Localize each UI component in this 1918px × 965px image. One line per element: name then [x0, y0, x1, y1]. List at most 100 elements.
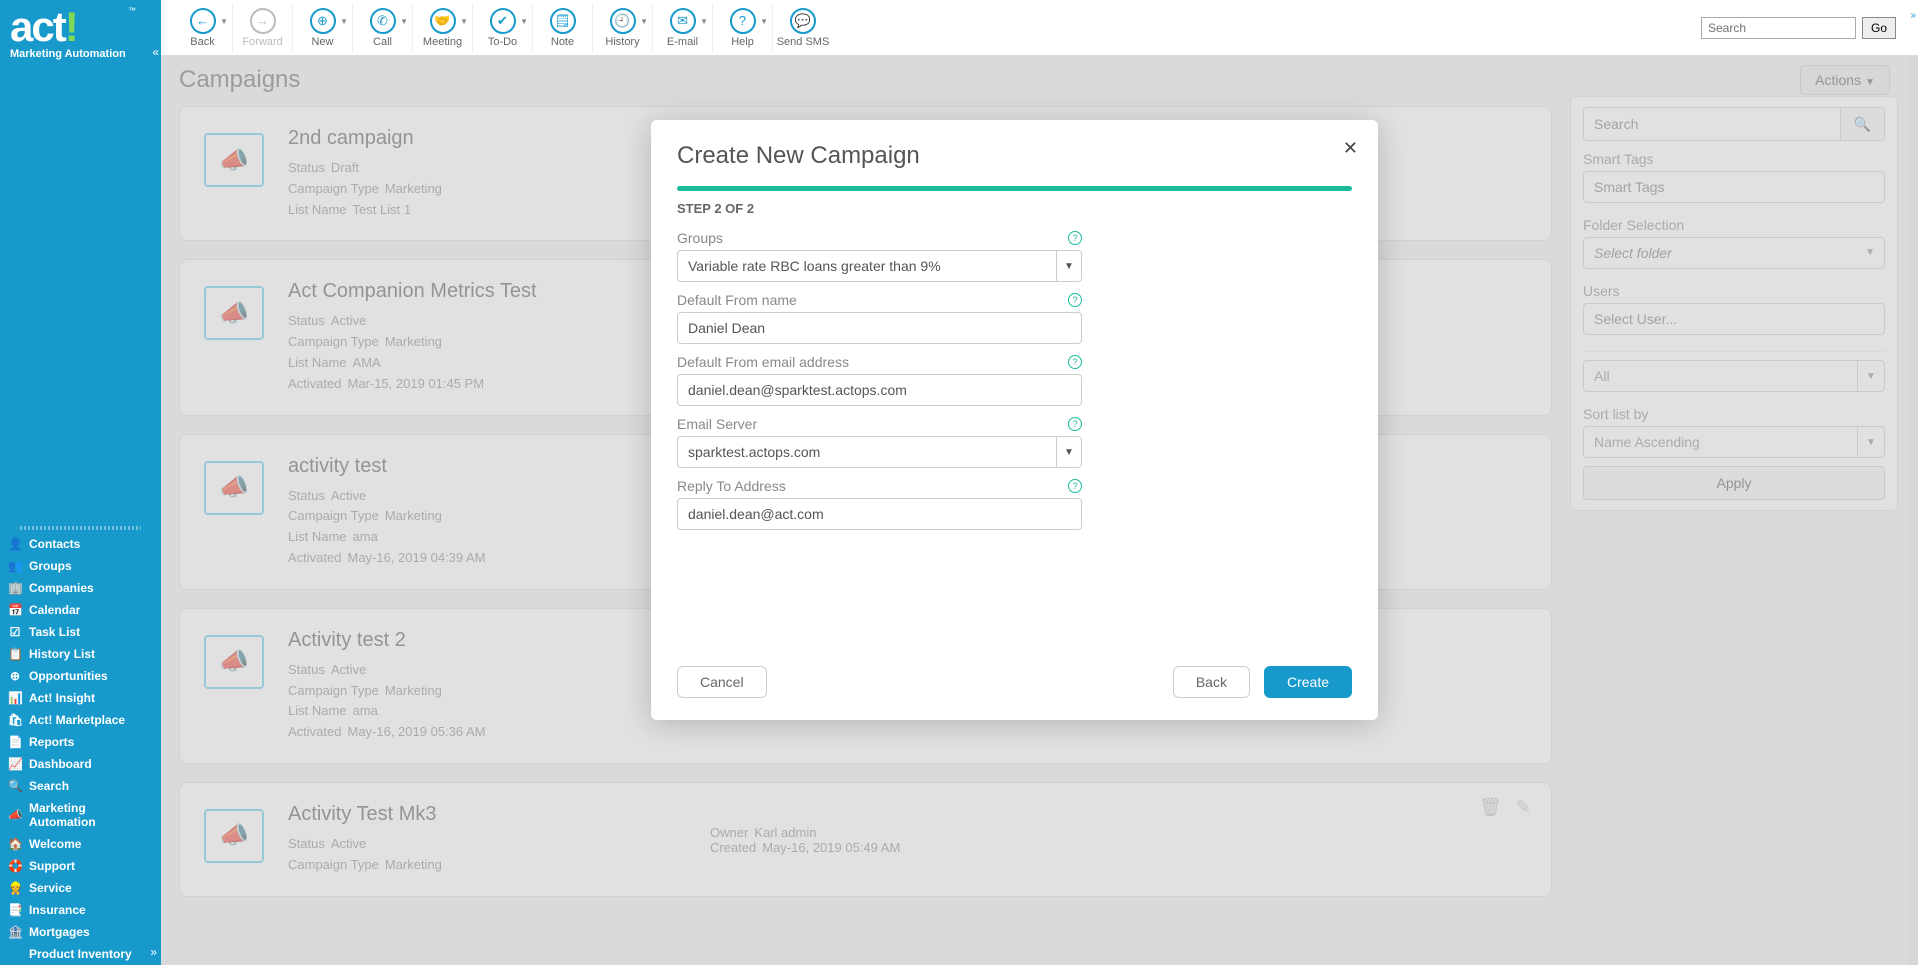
- sidebar-item-companies[interactable]: 🏢Companies: [0, 577, 161, 599]
- help-icon[interactable]: ?: [1068, 231, 1082, 245]
- help-icon[interactable]: ?: [1068, 417, 1082, 431]
- sidebar-item-groups[interactable]: 👥 Groups: [0, 555, 161, 577]
- sidebar-item-opportunities[interactable]: ⊕Opportunities: [0, 665, 161, 687]
- nav-list: 👤Contacts 👥 Groups 🏢Companies 📅 Calendar ☑Task…: [0, 533, 161, 965]
- nav-icon: 🏢: [8, 581, 22, 595]
- sidebar-item-insurance[interactable]: 📑 Insurance: [0, 899, 161, 921]
- sidebar-item-dashboard[interactable]: 📈Dashboard: [0, 753, 161, 775]
- sidebar-item-act-insight[interactable]: 📊Act! Insight: [0, 687, 161, 709]
- help-icon[interactable]: ?: [1068, 293, 1082, 307]
- toolbar-note-button[interactable]: 🗒 Note: [533, 3, 593, 53]
- toolbar-send-sms-button[interactable]: 💬Send SMS: [773, 3, 833, 53]
- nav-icon: 📅: [8, 603, 22, 617]
- modal-step-label: STEP 2 OF 2: [677, 201, 1352, 216]
- toolbar-meeting-button[interactable]: 🤝Meeting▼: [413, 3, 473, 53]
- nav-icon: 📑: [8, 903, 22, 917]
- nav-label: Product Inventory: [29, 947, 132, 961]
- chevron-down-icon: ▼: [460, 17, 468, 26]
- modal-close-icon[interactable]: ✕: [1343, 138, 1358, 159]
- modal-cancel-button[interactable]: Cancel: [677, 666, 767, 698]
- sidebar-item-calendar[interactable]: 📅 Calendar: [0, 599, 161, 621]
- sidebar-item-support[interactable]: 🛟Support: [0, 855, 161, 877]
- nav-icon: 👤: [8, 537, 22, 551]
- toolbar-back-button[interactable]: ←Back▼: [173, 3, 233, 53]
- nav-label: Act! Marketplace: [29, 713, 125, 727]
- nav-icon: 🏦: [8, 925, 22, 939]
- toolbar-label: Back: [190, 36, 214, 48]
- toolbar-forward-button[interactable]: →Forward: [233, 3, 293, 53]
- toolbar-label: E-mail: [667, 36, 698, 48]
- nav-icon: 👷: [8, 881, 22, 895]
- toolbar-label: Note: [551, 36, 574, 48]
- sidebar-item-product-inventory[interactable]: Product Inventory: [0, 943, 161, 965]
- help-icon[interactable]: ?: [1068, 479, 1082, 493]
- nav-label: Groups: [29, 559, 72, 573]
- modal-create-button[interactable]: Create: [1264, 666, 1352, 698]
- call-icon: ✆: [370, 8, 396, 34]
- email-server-label: Email Server: [677, 416, 757, 432]
- from-name-input[interactable]: [677, 312, 1082, 344]
- sidebar-collapse-icon[interactable]: «: [152, 45, 159, 59]
- help-icon[interactable]: ?: [1068, 355, 1082, 369]
- sidebar-resize-handle[interactable]: [20, 526, 141, 530]
- nav-label: Welcome: [29, 837, 81, 851]
- nav-icon: 📣: [8, 808, 22, 822]
- nav-label: Act! Insight: [29, 691, 95, 705]
- chevron-down-icon[interactable]: ▼: [1056, 250, 1082, 282]
- nav-label: Marketing Automation: [29, 801, 153, 829]
- create-campaign-modal: Create New Campaign ✕ STEP 2 OF 2 Groups…: [651, 120, 1378, 720]
- nav-label: Task List: [29, 625, 80, 639]
- reply-to-input[interactable]: [677, 498, 1082, 530]
- sidebar-item-mortgages[interactable]: 🏦Mortgages: [0, 921, 161, 943]
- toolbar-to-do-button[interactable]: ✔To-Do▼: [473, 3, 533, 53]
- toolbar-help-button[interactable]: ?Help▼: [713, 3, 773, 53]
- email-server-select[interactable]: [677, 436, 1056, 468]
- nav-label: Search: [29, 779, 69, 793]
- sidebar-item-history-list[interactable]: 📋History List: [0, 643, 161, 665]
- nav-icon: 👥: [8, 559, 22, 573]
- sidebar-expand-icon[interactable]: »: [150, 945, 157, 959]
- brand-logo: act! ™ Marketing Automation: [0, 0, 161, 68]
- nav-label: Calendar: [29, 603, 80, 617]
- sidebar-item-contacts[interactable]: 👤Contacts: [0, 533, 161, 555]
- main-column: ←Back▼→Forward⊕New▼✆Call▼🤝Meeting▼✔To-Do…: [161, 0, 1918, 965]
- from-email-label: Default From email address: [677, 354, 849, 370]
- toolbar: ←Back▼→Forward⊕New▼✆Call▼🤝Meeting▼✔To-Do…: [161, 0, 1918, 56]
- sidebar-item-task-list[interactable]: ☑Task List: [0, 621, 161, 643]
- global-search-go-button[interactable]: Go: [1862, 17, 1896, 39]
- trademark: ™: [128, 6, 136, 15]
- toolbar-label: To-Do: [488, 36, 517, 48]
- sidebar-item-marketing-automation[interactable]: 📣 Marketing Automation: [0, 797, 161, 833]
- note-icon: 🗒: [550, 8, 576, 34]
- toolbar-new-button[interactable]: ⊕New▼: [293, 3, 353, 53]
- toolbar-label: Help: [731, 36, 754, 48]
- sidebar-item-search[interactable]: 🔍 Search: [0, 775, 161, 797]
- toolbar-expand-icon[interactable]: »: [1910, 10, 1916, 21]
- nav-label: Dashboard: [29, 757, 92, 771]
- toolbar-history-button[interactable]: 🕘History▼: [593, 3, 653, 53]
- groups-select[interactable]: [677, 250, 1056, 282]
- toolbar-call-button[interactable]: ✆Call▼: [353, 3, 413, 53]
- chevron-down-icon[interactable]: ▼: [1056, 436, 1082, 468]
- chevron-down-icon: ▼: [520, 17, 528, 26]
- nav-icon: 🛍: [8, 713, 22, 727]
- sidebar-item-welcome[interactable]: 🏠Welcome: [0, 833, 161, 855]
- nav-label: Reports: [29, 735, 74, 749]
- chevron-down-icon: ▼: [220, 17, 228, 26]
- nav-label: Insurance: [29, 903, 86, 917]
- toolbar-e-mail-button[interactable]: ✉E-mail▼: [653, 3, 713, 53]
- app-root: act! ™ Marketing Automation « 👤Contacts👥…: [0, 0, 1918, 965]
- sidebar-item-service[interactable]: 👷Service: [0, 877, 161, 899]
- sidebar-item-reports[interactable]: 📄Reports: [0, 731, 161, 753]
- nav-icon: 📋: [8, 647, 22, 661]
- e-mail-icon: ✉: [670, 8, 696, 34]
- groups-label: Groups: [677, 230, 723, 246]
- modal-back-button[interactable]: Back: [1173, 666, 1250, 698]
- global-search-input[interactable]: [1701, 17, 1856, 39]
- modal-footer: Cancel Back Create: [677, 666, 1352, 698]
- from-email-input[interactable]: [677, 374, 1082, 406]
- nav-icon: 🔍: [8, 779, 22, 793]
- forward-icon: →: [250, 8, 276, 34]
- nav-label: Opportunities: [29, 669, 108, 683]
- sidebar-item-act-marketplace[interactable]: 🛍 Act! Marketplace: [0, 709, 161, 731]
